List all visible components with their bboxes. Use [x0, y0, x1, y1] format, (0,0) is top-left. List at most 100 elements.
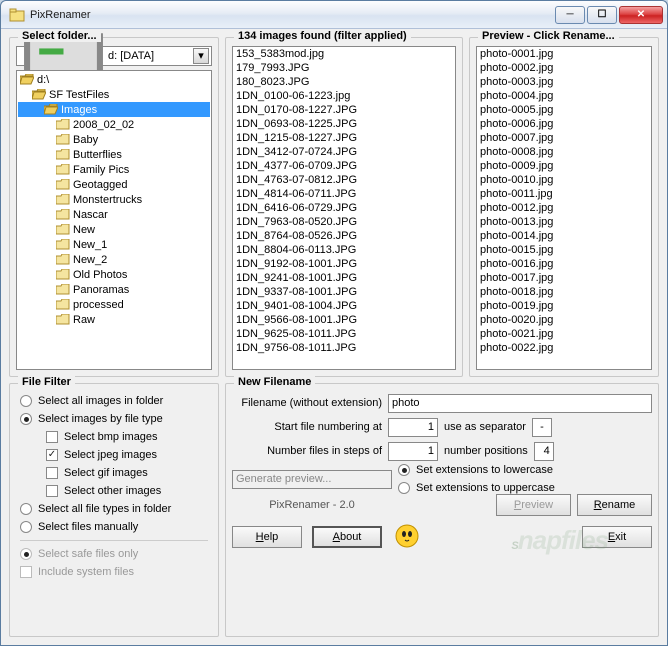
preview-file-item[interactable]: photo-0007.jpg — [478, 132, 650, 146]
start-number-input[interactable] — [388, 418, 438, 437]
file-filter-group: File Filter Select all images in folder … — [9, 383, 219, 637]
filename-input[interactable] — [388, 394, 652, 413]
source-file-item[interactable]: 1DN_9625-08-1011.JPG — [234, 328, 454, 342]
folder-tree-item[interactable]: New_1 — [18, 237, 210, 252]
preview-file-item[interactable]: photo-0022.jpg — [478, 342, 650, 356]
folder-tree-item[interactable]: Butterflies — [18, 147, 210, 162]
preview-group: Preview - Click Rename... photo-0001.jpg… — [469, 37, 659, 377]
ext-lowercase-radio[interactable]: Set extensions to lowercase — [398, 461, 652, 479]
app-window: PixRenamer ─ ☐ ✕ Select folder... d: [DA… — [0, 0, 668, 646]
drive-combo-value: d: [DATA] — [106, 50, 193, 62]
source-file-item[interactable]: 1DN_0100-06-1223.jpg — [234, 90, 454, 104]
preview-file-item[interactable]: photo-0015.jpg — [478, 244, 650, 258]
drive-combo[interactable]: d: [DATA] ▾ — [16, 46, 212, 66]
filter-all-files-radio[interactable]: Select all file types in folder — [16, 500, 212, 518]
filter-bmp-check[interactable]: Select bmp images — [16, 428, 212, 446]
step-input[interactable] — [388, 442, 438, 461]
preview-file-item[interactable]: photo-0021.jpg — [478, 328, 650, 342]
preview-file-item[interactable]: photo-0013.jpg — [478, 216, 650, 230]
folder-tree-item[interactable]: Monstertrucks — [18, 192, 210, 207]
generate-preview-field: Generate preview... — [232, 470, 392, 489]
drive-combo-dropdown[interactable]: ▾ — [193, 48, 209, 64]
folder-tree-item[interactable]: Family Pics — [18, 162, 210, 177]
exit-button[interactable]: Exit — [582, 526, 652, 548]
preview-file-item[interactable]: photo-0019.jpg — [478, 300, 650, 314]
positions-label: number positions — [444, 445, 528, 457]
preview-file-item[interactable]: photo-0004.jpg — [478, 90, 650, 104]
preview-file-item[interactable]: photo-0006.jpg — [478, 118, 650, 132]
source-file-list[interactable]: 153_5383mod.jpg179_7993.JPG180_8023.JPG1… — [232, 46, 456, 370]
preview-file-item[interactable]: photo-0016.jpg — [478, 258, 650, 272]
folder-tree-item[interactable]: 2008_02_02 — [18, 117, 210, 132]
filter-other-check[interactable]: Select other images — [16, 482, 212, 500]
folder-tree-item[interactable]: SF TestFiles — [18, 87, 210, 102]
folder-tree[interactable]: d:\SF TestFilesImages2008_02_02BabyButte… — [16, 70, 212, 370]
maximize-button[interactable]: ☐ — [587, 6, 617, 24]
folder-tree-item[interactable]: New_2 — [18, 252, 210, 267]
folder-tree-item[interactable]: Old Photos — [18, 267, 210, 282]
folder-tree-item[interactable]: New — [18, 222, 210, 237]
source-file-item[interactable]: 179_7993.JPG — [234, 62, 454, 76]
filter-system-check: Include system files — [16, 563, 212, 581]
source-file-item[interactable]: 1DN_9401-08-1004.JPG — [234, 300, 454, 314]
filter-safe-radio: Select safe files only — [16, 545, 212, 563]
source-file-item[interactable]: 1DN_9241-08-1001.JPG — [234, 272, 454, 286]
filename-label: Filename (without extension) — [232, 397, 382, 409]
separator-input[interactable] — [532, 418, 552, 437]
preview-file-list[interactable]: photo-0001.jpgphoto-0002.jpgphoto-0003.j… — [476, 46, 652, 370]
source-file-item[interactable]: 180_8023.JPG — [234, 76, 454, 90]
folder-tree-item[interactable]: d:\ — [18, 72, 210, 87]
source-file-item[interactable]: 1DN_9337-08-1001.JPG — [234, 286, 454, 300]
preview-button[interactable]: Preview — [496, 494, 571, 516]
preview-legend: Preview - Click Rename... — [478, 30, 619, 42]
preview-file-item[interactable]: photo-0020.jpg — [478, 314, 650, 328]
rename-button[interactable]: Rename — [577, 494, 652, 516]
folder-tree-item[interactable]: Geotagged — [18, 177, 210, 192]
preview-file-item[interactable]: photo-0010.jpg — [478, 174, 650, 188]
source-file-item[interactable]: 1DN_3412-07-0724.JPG — [234, 146, 454, 160]
close-button[interactable]: ✕ — [619, 6, 663, 24]
filter-manual-radio[interactable]: Select files manually — [16, 518, 212, 536]
preview-file-item[interactable]: photo-0009.jpg — [478, 160, 650, 174]
source-file-item[interactable]: 1DN_9192-08-1001.JPG — [234, 258, 454, 272]
preview-file-item[interactable]: photo-0003.jpg — [478, 76, 650, 90]
help-button[interactable]: Help — [232, 526, 302, 548]
filter-all-images-radio[interactable]: Select all images in folder — [16, 392, 212, 410]
source-file-item[interactable]: 1DN_9566-08-1001.JPG — [234, 314, 454, 328]
source-file-item[interactable]: 1DN_0170-08-1227.JPG — [234, 104, 454, 118]
file-filter-legend: File Filter — [18, 376, 75, 388]
select-folder-group: Select folder... d: [DATA] ▾ d:\SF TestF… — [9, 37, 219, 377]
source-file-item[interactable]: 1DN_0693-08-1225.JPG — [234, 118, 454, 132]
source-file-item[interactable]: 1DN_8804-06-0113.JPG — [234, 244, 454, 258]
folder-tree-item[interactable]: Images — [18, 102, 210, 117]
folder-tree-item[interactable]: Nascar — [18, 207, 210, 222]
source-file-item[interactable]: 1DN_4763-07-0812.JPG — [234, 174, 454, 188]
positions-input[interactable] — [534, 442, 554, 461]
preview-file-item[interactable]: photo-0008.jpg — [478, 146, 650, 160]
source-file-item[interactable]: 1DN_7963-08-0520.JPG — [234, 216, 454, 230]
filter-gif-check[interactable]: Select gif images — [16, 464, 212, 482]
preview-file-item[interactable]: photo-0011.jpg — [478, 188, 650, 202]
source-file-item[interactable]: 1DN_4377-06-0709.JPG — [234, 160, 454, 174]
preview-file-item[interactable]: photo-0014.jpg — [478, 230, 650, 244]
preview-file-item[interactable]: photo-0005.jpg — [478, 104, 650, 118]
about-button[interactable]: About — [312, 526, 382, 548]
filter-by-type-radio[interactable]: Select images by file type — [16, 410, 212, 428]
preview-file-item[interactable]: photo-0002.jpg — [478, 62, 650, 76]
source-file-item[interactable]: 1DN_8764-08-0526.JPG — [234, 230, 454, 244]
filter-jpeg-check[interactable]: Select jpeg images — [16, 446, 212, 464]
preview-file-item[interactable]: photo-0018.jpg — [478, 286, 650, 300]
source-file-item[interactable]: 1DN_9756-08-1011.JPG — [234, 342, 454, 356]
folder-tree-item[interactable]: Baby — [18, 132, 210, 147]
source-file-item[interactable]: 153_5383mod.jpg — [234, 48, 454, 62]
preview-file-item[interactable]: photo-0012.jpg — [478, 202, 650, 216]
preview-file-item[interactable]: photo-0017.jpg — [478, 272, 650, 286]
folder-tree-item[interactable]: processed — [18, 297, 210, 312]
preview-file-item[interactable]: photo-0001.jpg — [478, 48, 650, 62]
minimize-button[interactable]: ─ — [555, 6, 585, 24]
folder-tree-item[interactable]: Panoramas — [18, 282, 210, 297]
source-file-item[interactable]: 1DN_1215-08-1227.JPG — [234, 132, 454, 146]
source-file-item[interactable]: 1DN_4814-06-0711.JPG — [234, 188, 454, 202]
folder-tree-item[interactable]: Raw — [18, 312, 210, 327]
source-file-item[interactable]: 1DN_6416-06-0729.JPG — [234, 202, 454, 216]
